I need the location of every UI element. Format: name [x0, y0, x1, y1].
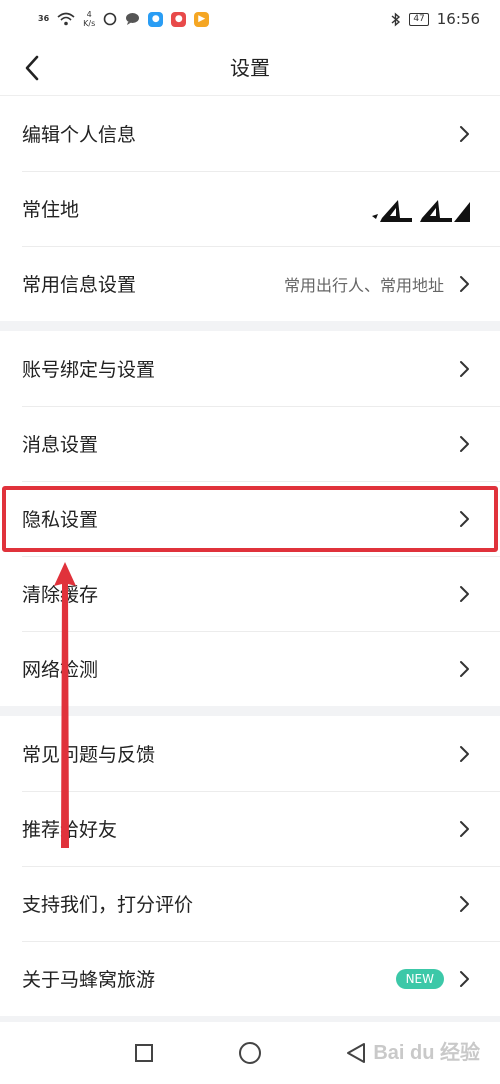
settings-item-message[interactable]: 消息设置: [0, 406, 500, 481]
chevron-right-icon: [460, 970, 469, 987]
settings-item-label: 隐私设置: [22, 509, 99, 531]
settings-item-common-info[interactable]: 常用信息设置 常用出行人、常用地址: [0, 246, 500, 321]
settings-item-value: 常用出行人、常用地址: [283, 275, 444, 295]
wifi-icon: [57, 12, 75, 26]
settings-section-account: 账号绑定与设置 消息设置 隐私设置 清除缓存 网络检测: [0, 331, 500, 706]
status-left: 36 4 K/s ● ● ▶: [38, 10, 210, 28]
status-bar: 36 4 K/s ● ● ▶ 47 16:56: [0, 0, 500, 38]
settings-item-label: 常住地: [22, 199, 80, 221]
settings-item-label: 网络检测: [22, 659, 99, 681]
settings-item-faq-feedback[interactable]: 常见问题与反馈: [0, 716, 500, 791]
chevron-right-icon: [460, 435, 469, 452]
settings-item-recommend[interactable]: 推荐给好友: [0, 791, 500, 866]
settings-item-label: 关于马蜂窝旅游: [22, 969, 156, 991]
settings-item-edit-profile[interactable]: 编辑个人信息: [0, 96, 500, 171]
network-speed: 4 K/s: [83, 10, 95, 28]
back-button[interactable]: [16, 52, 48, 84]
clock-time: 16:56: [436, 10, 480, 28]
settings-item-privacy[interactable]: 隐私设置: [0, 481, 500, 556]
chevron-right-icon: [460, 660, 469, 677]
watermark: Bai du 经验: [373, 1042, 480, 1064]
bulb-app-icon: ●: [148, 11, 164, 27]
back-system-button[interactable]: [343, 1040, 369, 1066]
chevron-right-icon: [460, 745, 469, 762]
chevron-right-icon: [460, 895, 469, 912]
chevron-left-icon: [25, 55, 39, 81]
settings-item-label: 常见问题与反馈: [22, 744, 156, 766]
chat-bubble-icon: [126, 13, 140, 25]
settings-item-label: 账号绑定与设置: [22, 359, 156, 381]
settings-item-residence[interactable]: 常住地: [0, 171, 500, 246]
square-icon: [135, 1044, 153, 1062]
settings-section-profile: 编辑个人信息 常住地 常用信息设置 常用出行人、常用地址: [0, 96, 500, 321]
settings-item-about[interactable]: 关于马蜂窝旅游 NEW: [0, 941, 500, 1016]
new-badge: NEW: [395, 968, 444, 989]
status-right: 47 16:56: [391, 10, 480, 28]
chevron-right-icon: [460, 360, 469, 377]
play-app-icon: ▶: [194, 11, 210, 27]
chevron-right-icon: [460, 585, 469, 602]
redacted-location-mark: [372, 199, 470, 222]
bluetooth-icon: [391, 11, 401, 27]
nav-bar: 设置: [0, 38, 500, 96]
settings-item-label: 消息设置: [22, 434, 99, 456]
settings-item-label: 清除缓存: [22, 584, 99, 606]
settings-item-rate-app[interactable]: 支持我们，打分评价: [0, 866, 500, 941]
signal-strength-text: 36: [38, 14, 50, 23]
triangle-back-icon: [347, 1043, 365, 1063]
recent-apps-button[interactable]: [131, 1040, 157, 1066]
home-button[interactable]: [237, 1040, 263, 1066]
chevron-right-icon: [460, 275, 469, 292]
battery-indicator: 47: [409, 12, 429, 26]
page-title: 设置: [230, 56, 270, 80]
chevron-right-icon: [460, 510, 469, 527]
chevron-right-icon: [460, 820, 469, 837]
settings-item-clear-cache[interactable]: 清除缓存: [0, 556, 500, 631]
settings-item-label: 编辑个人信息: [22, 124, 137, 146]
settings-item-label: 支持我们，打分评价: [22, 894, 194, 916]
settings-item-account-binding[interactable]: 账号绑定与设置: [0, 331, 500, 406]
settings-item-network-check[interactable]: 网络检测: [0, 631, 500, 706]
circle-icon: [239, 1042, 261, 1064]
red-app-icon: ●: [171, 11, 187, 27]
speed-unit: K/s: [83, 19, 96, 28]
speed-value: 4: [86, 10, 92, 19]
settings-item-label: 常用信息设置: [22, 274, 137, 296]
settings-item-label: 推荐给好友: [22, 819, 118, 841]
circle-app-icon: [103, 12, 117, 26]
chevron-right-icon: [460, 125, 469, 142]
settings-section-about: 常见问题与反馈 推荐给好友 支持我们，打分评价 关于马蜂窝旅游 NEW: [0, 716, 500, 1016]
